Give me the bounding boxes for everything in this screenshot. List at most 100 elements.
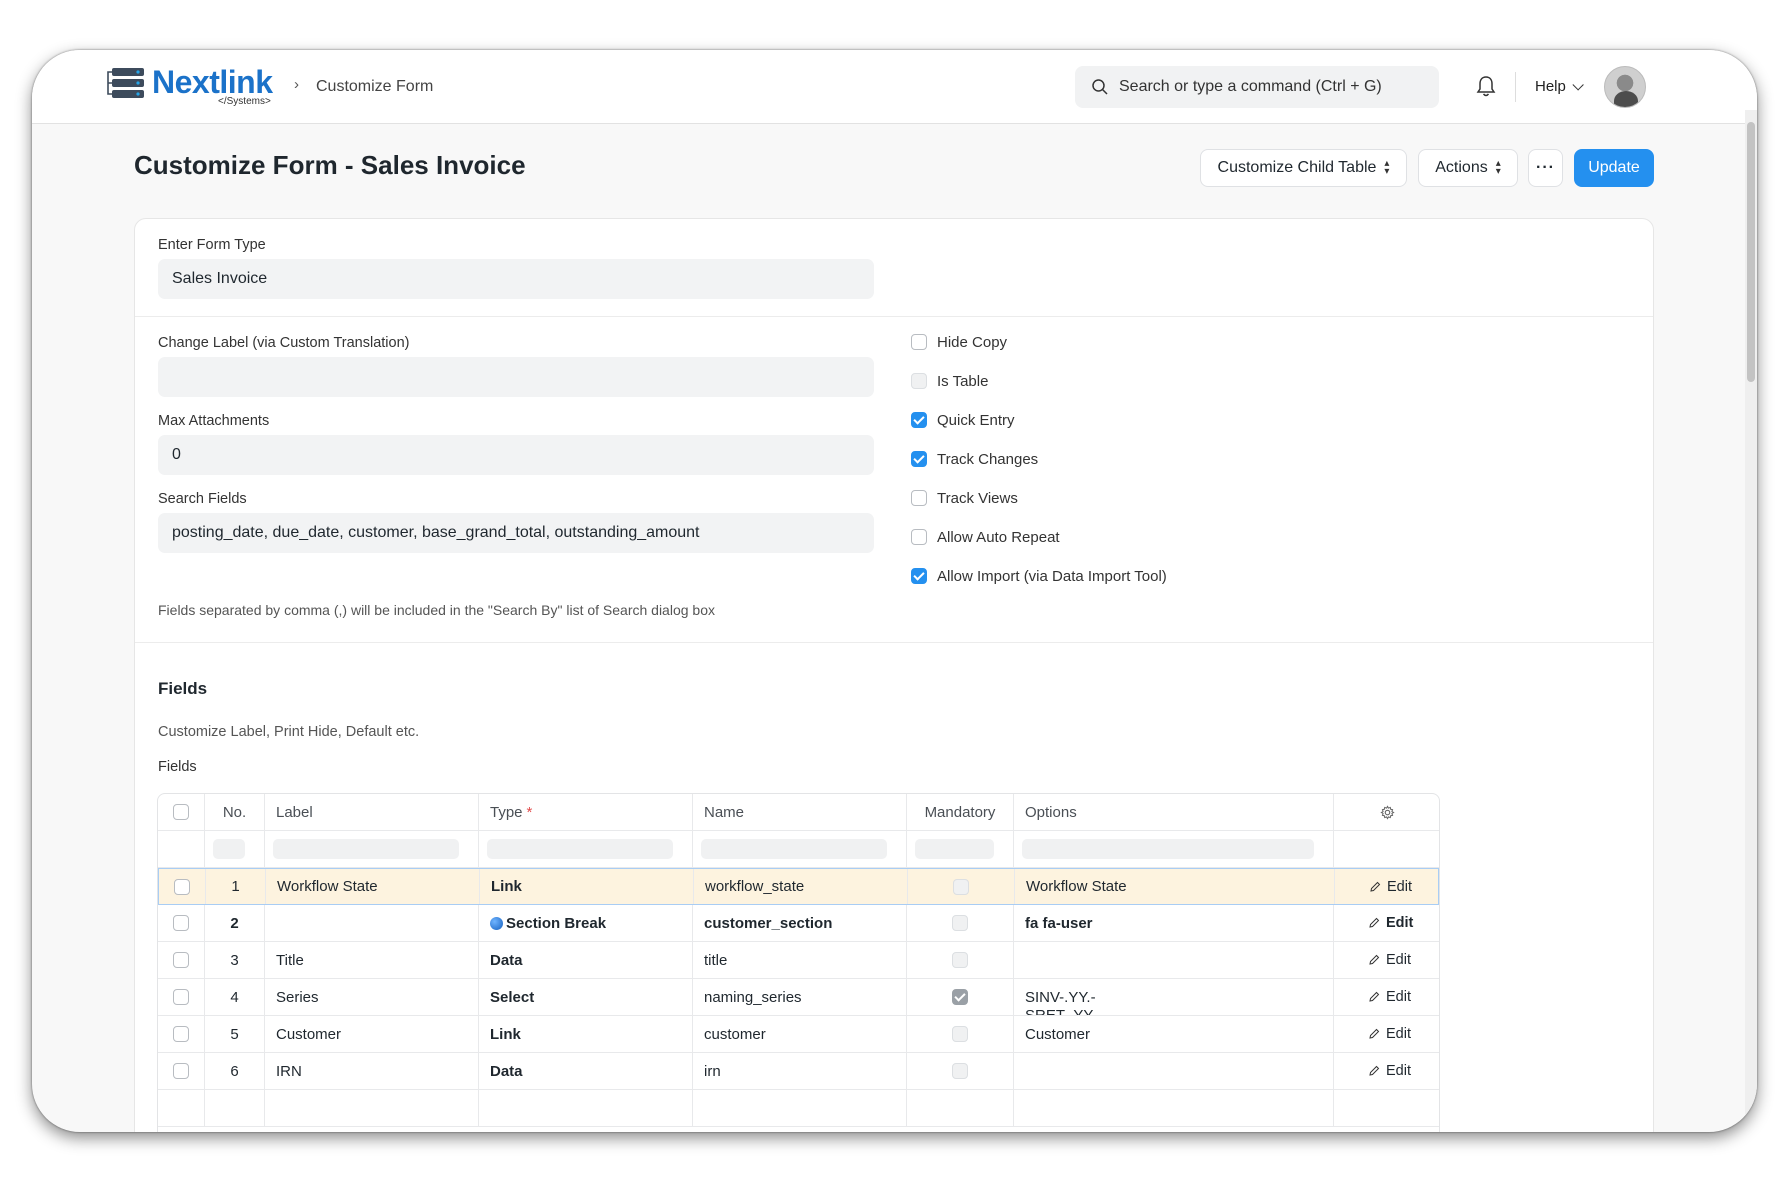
row-name[interactable]: irn — [693, 1053, 907, 1089]
row-checkbox[interactable] — [173, 989, 189, 1005]
row-options[interactable]: fa fa-user — [1014, 905, 1334, 941]
checkbox-label: Allow Auto Repeat — [937, 529, 1060, 546]
filter-type-input[interactable] — [487, 839, 673, 859]
server-logo-icon — [107, 68, 144, 98]
row-name[interactable]: naming_series — [693, 979, 907, 1015]
notification-bell-icon[interactable] — [1475, 74, 1497, 98]
row-label[interactable]: IRN — [265, 1053, 479, 1089]
search-bar[interactable]: Search or type a command (Ctrl + G) — [1075, 66, 1439, 108]
checkbox-box[interactable] — [911, 451, 927, 467]
row-checkbox[interactable] — [174, 878, 190, 895]
row-edit-button[interactable]: Edit — [1334, 942, 1439, 978]
checkbox-box[interactable] — [911, 568, 927, 584]
row-label[interactable]: Customer — [265, 1016, 479, 1052]
update-button[interactable]: Update — [1574, 149, 1654, 187]
sort-updown-icon: ▴ ▾ — [1495, 158, 1501, 177]
section-divider — [135, 316, 1653, 317]
actions-button[interactable]: Actions ▴ ▾ — [1418, 149, 1518, 187]
checkbox-box[interactable] — [911, 334, 927, 350]
filter-name-input[interactable] — [701, 839, 887, 859]
filter-no-input[interactable] — [213, 839, 245, 859]
column-header-no: No. — [205, 794, 265, 830]
row-mandatory-cell — [907, 979, 1014, 1015]
row-cell — [158, 1090, 205, 1126]
row-type[interactable]: Section Break — [479, 905, 693, 941]
row-name[interactable]: workflow_state — [694, 869, 908, 904]
pencil-icon — [1369, 954, 1380, 965]
row-checkbox[interactable] — [173, 952, 189, 968]
row-checkbox[interactable] — [173, 1063, 189, 1079]
row-label[interactable]: Series — [265, 979, 479, 1015]
help-label: Help — [1535, 78, 1566, 95]
row-name[interactable]: customer_section — [693, 905, 907, 941]
table-row[interactable]: 4 Series Select naming_series SINV-.YY.-… — [158, 979, 1439, 1016]
select-all-cell — [158, 794, 205, 830]
select-all-checkbox[interactable] — [173, 804, 189, 820]
filter-label-input[interactable] — [273, 839, 459, 859]
app-window: Nextlink </Systems> › Customize Form Sea… — [32, 50, 1757, 1132]
search-fields-input[interactable]: posting_date, due_date, customer, base_g… — [158, 513, 874, 553]
breadcrumb-customize-form[interactable]: Customize Form — [316, 78, 433, 96]
checkbox-box[interactable] — [911, 412, 927, 428]
row-options[interactable] — [1014, 942, 1334, 978]
checkbox-box[interactable] — [911, 529, 927, 545]
row-name[interactable]: customer — [693, 1016, 907, 1052]
row-options[interactable] — [1014, 1053, 1334, 1089]
filter-mandatory-input[interactable] — [915, 839, 994, 859]
mandatory-checkbox[interactable] — [952, 952, 968, 968]
row-type[interactable]: Data — [479, 1053, 693, 1089]
table-row[interactable]: 5 Customer Link customer Customer Edit — [158, 1016, 1439, 1053]
row-no: 5 — [205, 1016, 265, 1052]
edit-label: Edit — [1386, 915, 1414, 931]
row-type[interactable]: Select — [479, 979, 693, 1015]
row-type[interactable]: Link — [480, 869, 694, 904]
more-options-button[interactable]: ··· — [1528, 149, 1563, 187]
table-row[interactable]: 2 Section Break customer_section fa fa-u… — [158, 905, 1439, 942]
checkbox-box[interactable] — [911, 490, 927, 506]
table-row[interactable]: 1 Workflow State Link workflow_state Wor… — [158, 868, 1439, 905]
mandatory-checkbox[interactable] — [952, 989, 968, 1005]
form-type-input[interactable]: Sales Invoice — [158, 259, 874, 299]
filter-row — [158, 831, 1439, 868]
edit-label: Edit — [1386, 952, 1411, 968]
row-select-cell — [158, 905, 205, 941]
filter-options-input[interactable] — [1022, 839, 1314, 859]
row-label[interactable] — [265, 905, 479, 941]
row-options[interactable]: SINV-.YY.- SRET-.YY.- — [1014, 979, 1334, 1015]
required-mark: * — [526, 803, 533, 821]
row-edit-button[interactable]: Edit — [1334, 905, 1439, 941]
customize-child-table-button[interactable]: Customize Child Table ▴ ▾ — [1200, 149, 1407, 187]
row-edit-button[interactable]: Edit — [1334, 979, 1439, 1015]
row-cell — [693, 1090, 907, 1126]
fields-section-description: Customize Label, Print Hide, Default etc… — [158, 724, 420, 740]
row-edit-button[interactable]: Edit — [1335, 869, 1439, 904]
scrollbar-thumb[interactable] — [1747, 122, 1755, 382]
table-row[interactable]: 3 Title Data title Edit — [158, 942, 1439, 979]
row-type[interactable]: Data — [479, 942, 693, 978]
page-scrollbar[interactable] — [1745, 110, 1757, 1132]
row-checkbox[interactable] — [173, 1026, 189, 1042]
brand-logo[interactable]: Nextlink </Systems> — [106, 64, 296, 108]
row-checkbox[interactable] — [173, 915, 189, 931]
mandatory-checkbox[interactable] — [953, 878, 969, 895]
mandatory-checkbox[interactable] — [952, 1063, 968, 1079]
row-options[interactable]: Workflow State — [1015, 869, 1335, 904]
mandatory-checkbox[interactable] — [952, 915, 968, 931]
checkbox-label: Is Table — [937, 373, 989, 390]
row-name[interactable]: title — [693, 942, 907, 978]
gear-icon[interactable] — [1380, 804, 1395, 820]
form-card: Enter Form Type Sales Invoice Change Lab… — [134, 218, 1654, 1132]
mandatory-checkbox[interactable] — [952, 1026, 968, 1042]
user-avatar[interactable] — [1604, 66, 1646, 108]
row-type[interactable]: Link — [479, 1016, 693, 1052]
row-options[interactable]: Customer — [1014, 1016, 1334, 1052]
max-attachments-input[interactable]: 0 — [158, 435, 874, 475]
pencil-icon — [1369, 991, 1380, 1002]
row-label[interactable]: Title — [265, 942, 479, 978]
help-dropdown[interactable]: Help — [1535, 78, 1584, 95]
row-edit-button[interactable]: Edit — [1334, 1053, 1439, 1089]
row-edit-button[interactable]: Edit — [1334, 1016, 1439, 1052]
table-row[interactable]: 6 IRN Data irn Edit — [158, 1053, 1439, 1090]
change-label-input[interactable] — [158, 357, 874, 397]
row-label[interactable]: Workflow State — [266, 869, 480, 904]
